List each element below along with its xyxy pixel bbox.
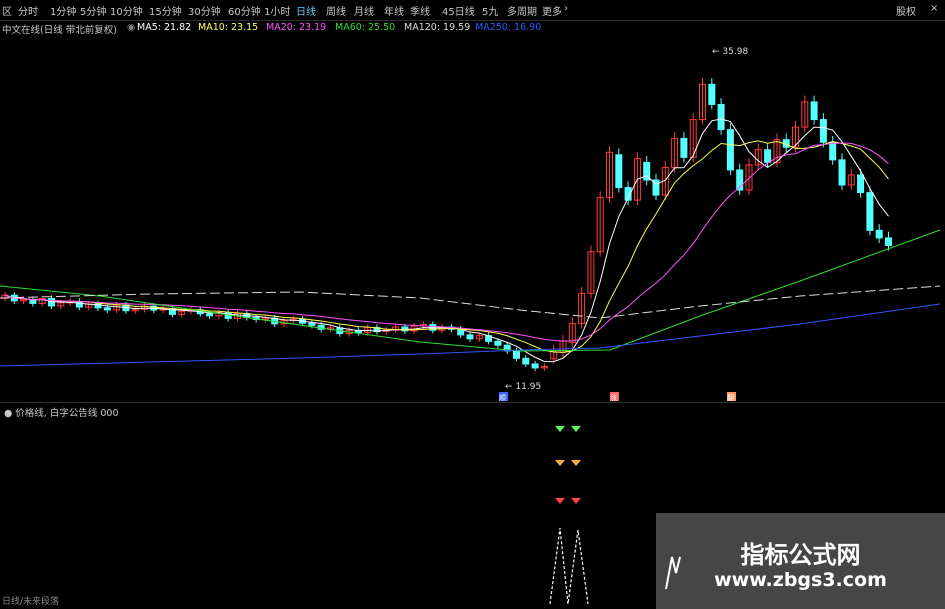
signal-diamond bbox=[555, 426, 565, 432]
candle-body bbox=[857, 174, 865, 194]
tab-10[interactable]: 周线 bbox=[326, 3, 346, 18]
candle-body bbox=[680, 137, 688, 158]
candle-body bbox=[513, 350, 520, 359]
watermark: 指标公式网 www.zbgs3.com bbox=[656, 513, 945, 609]
ma5-line bbox=[4, 118, 889, 363]
candle-body bbox=[875, 229, 883, 239]
period-toolbar: 区分时 1分钟 5分钟 10分钟 15分钟 30分钟 60分钟 1小时 日线 周线 月线 年线 季线 45… bbox=[0, 0, 945, 21]
ma20-value: MA20: 23.19 bbox=[266, 22, 327, 33]
pane-divider bbox=[0, 402, 945, 403]
ma250-value: MA250: 16.90 bbox=[475, 22, 542, 33]
tab-16[interactable]: 多周期 bbox=[507, 3, 537, 18]
tab-0[interactable]: 区 bbox=[2, 3, 12, 18]
candle-body bbox=[819, 119, 827, 143]
ma5-value: MA5: 21.82 bbox=[137, 22, 192, 33]
candle-body bbox=[494, 340, 502, 346]
candle-body bbox=[103, 307, 111, 311]
watermark-title: 指标公式网 bbox=[740, 541, 861, 569]
ma10-line bbox=[4, 140, 889, 353]
tab-11[interactable]: 月线 bbox=[354, 3, 374, 18]
tab-12[interactable]: 年线 bbox=[384, 3, 404, 18]
signal-diamond bbox=[571, 460, 581, 466]
candle-body bbox=[708, 83, 716, 105]
tab-6[interactable]: 30分钟 bbox=[188, 3, 221, 18]
tab-5[interactable]: 15分钟 bbox=[149, 3, 182, 18]
watermark-url: www.zbgs3.com bbox=[714, 569, 887, 591]
candle-body bbox=[531, 363, 539, 369]
tab-14[interactable]: 45日线 bbox=[442, 3, 475, 18]
footer-text: 日线/未来段落 bbox=[2, 597, 60, 607]
tab-1[interactable]: 分时 bbox=[18, 3, 38, 18]
signal-diamond bbox=[571, 426, 581, 432]
candle-body bbox=[829, 141, 837, 161]
candle-body bbox=[522, 357, 530, 365]
signal-diamond bbox=[571, 498, 581, 504]
low-price-label: ← 11.95 bbox=[505, 382, 541, 392]
signal-spike-line bbox=[549, 527, 589, 605]
ma20-line bbox=[4, 142, 889, 342]
tab-3[interactable]: 5分钟 bbox=[80, 3, 106, 18]
candle-body bbox=[866, 192, 874, 231]
indicator-label: ● 价格线, 白字公告线 000 bbox=[4, 408, 119, 419]
settings-icon[interactable]: ◉ bbox=[127, 22, 135, 33]
candle-body bbox=[726, 129, 734, 171]
tab-15[interactable]: 5九 bbox=[482, 3, 498, 18]
candle-body bbox=[838, 159, 846, 186]
signal-marker-text: 涨 bbox=[610, 393, 617, 402]
more-arrow-icon[interactable]: › bbox=[564, 3, 568, 14]
candle-body bbox=[75, 300, 83, 308]
candle-body bbox=[764, 149, 772, 163]
stock-title: 中文在线(日线 带北前复权) bbox=[2, 25, 117, 36]
high-price-label: ← 35.98 bbox=[712, 47, 748, 57]
signal-diamond bbox=[555, 498, 565, 504]
candle-body bbox=[206, 313, 214, 317]
tab-17[interactable]: 更多 bbox=[542, 3, 562, 18]
ma60-value: MA60: 25.50 bbox=[335, 22, 396, 33]
tab-8[interactable]: 1小时 bbox=[264, 3, 290, 18]
signal-diamond bbox=[555, 460, 565, 466]
ma-info-bar: 中文在线(日线 带北前复权) ◉ MA5: 21.82 MA10: 23.15 … bbox=[0, 21, 945, 36]
tab-4[interactable]: 10分钟 bbox=[110, 3, 143, 18]
signal-marker-text: 翻 bbox=[727, 393, 734, 402]
close-icon[interactable]: × bbox=[930, 3, 938, 14]
tab-7[interactable]: 60分钟 bbox=[228, 3, 261, 18]
candle-body bbox=[615, 154, 623, 189]
candle-body bbox=[308, 322, 316, 326]
ma120-value: MA120: 19.59 bbox=[404, 22, 471, 33]
equity-button[interactable]: 股权 bbox=[896, 3, 916, 18]
candle-body bbox=[810, 101, 818, 121]
tab-2[interactable]: 1分钟 bbox=[50, 3, 76, 18]
tab-9[interactable]: 日线 bbox=[296, 3, 316, 18]
ma10-value: MA10: 23.15 bbox=[198, 22, 259, 33]
candle-body bbox=[885, 237, 892, 246]
tab-13[interactable]: 季线 bbox=[410, 3, 430, 18]
candle-body bbox=[717, 103, 725, 131]
candle-body bbox=[466, 334, 474, 340]
signal-marker-text: 顺 bbox=[499, 394, 506, 402]
